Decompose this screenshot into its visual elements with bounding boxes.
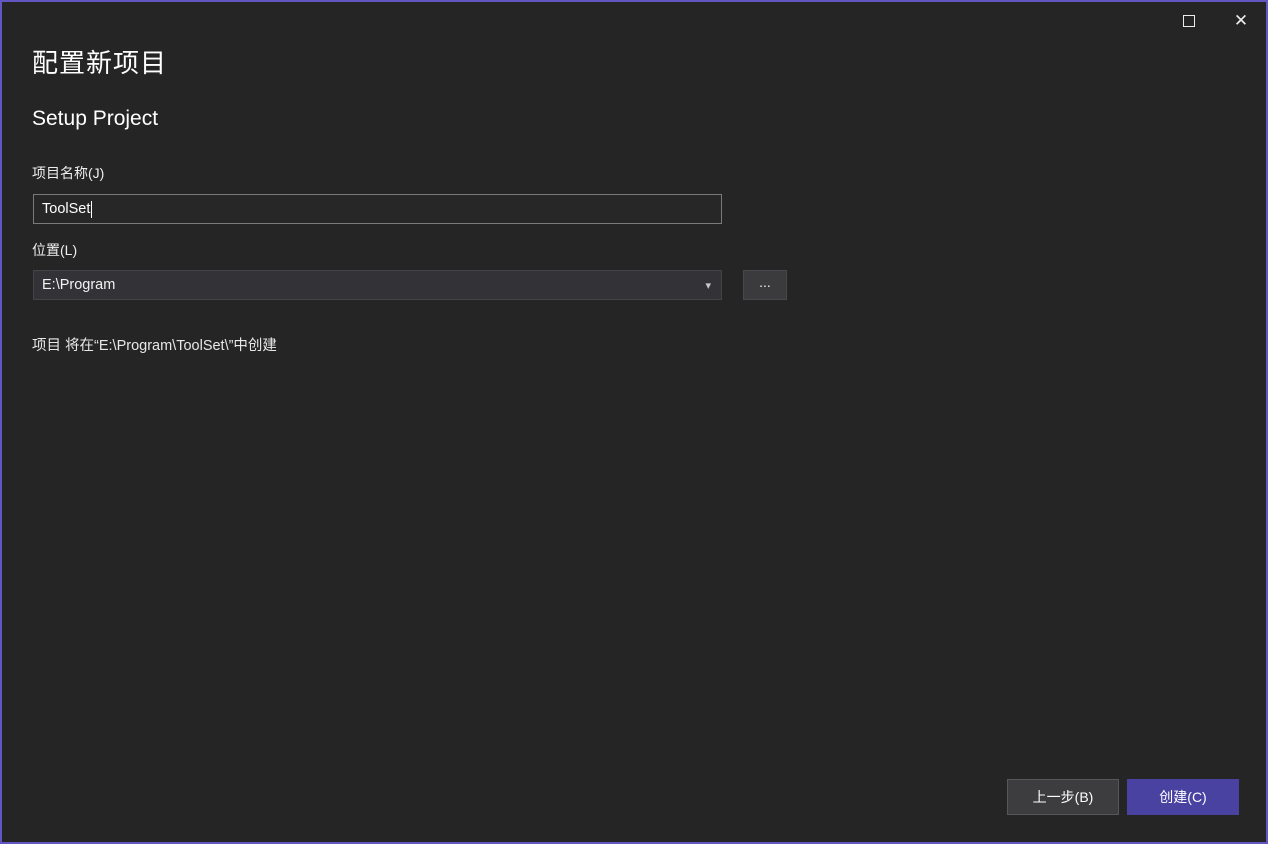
page-title: 配置新项目	[32, 43, 167, 80]
location-dropdown[interactable]: E:\Program ▾	[33, 270, 722, 300]
titlebar-controls: ✕	[1172, 6, 1258, 36]
maximize-icon	[1183, 15, 1195, 27]
close-icon: ✕	[1234, 13, 1248, 30]
back-button[interactable]: 上一步(B)	[1007, 779, 1119, 815]
project-name-input[interactable]: ToolSet	[33, 194, 722, 224]
configure-project-dialog: ✕ 配置新项目 Setup Project 项目名称(J) ToolSet 位置…	[0, 0, 1268, 844]
text-caret	[91, 201, 92, 218]
create-button[interactable]: 创建(C)	[1127, 779, 1239, 815]
location-label: 位置(L)	[32, 240, 77, 260]
project-path-helper-text: 项目 将在“E:\Program\ToolSet\”中创建	[32, 334, 277, 355]
project-name-value: ToolSet	[42, 201, 90, 217]
close-button[interactable]: ✕	[1224, 6, 1258, 36]
chevron-down-icon: ▾	[705, 280, 711, 291]
page-subtitle: Setup Project	[32, 107, 158, 131]
location-value: E:\Program	[42, 277, 705, 293]
browse-button[interactable]: ...	[743, 270, 787, 300]
maximize-button[interactable]	[1172, 6, 1206, 36]
project-name-label: 项目名称(J)	[32, 163, 104, 183]
